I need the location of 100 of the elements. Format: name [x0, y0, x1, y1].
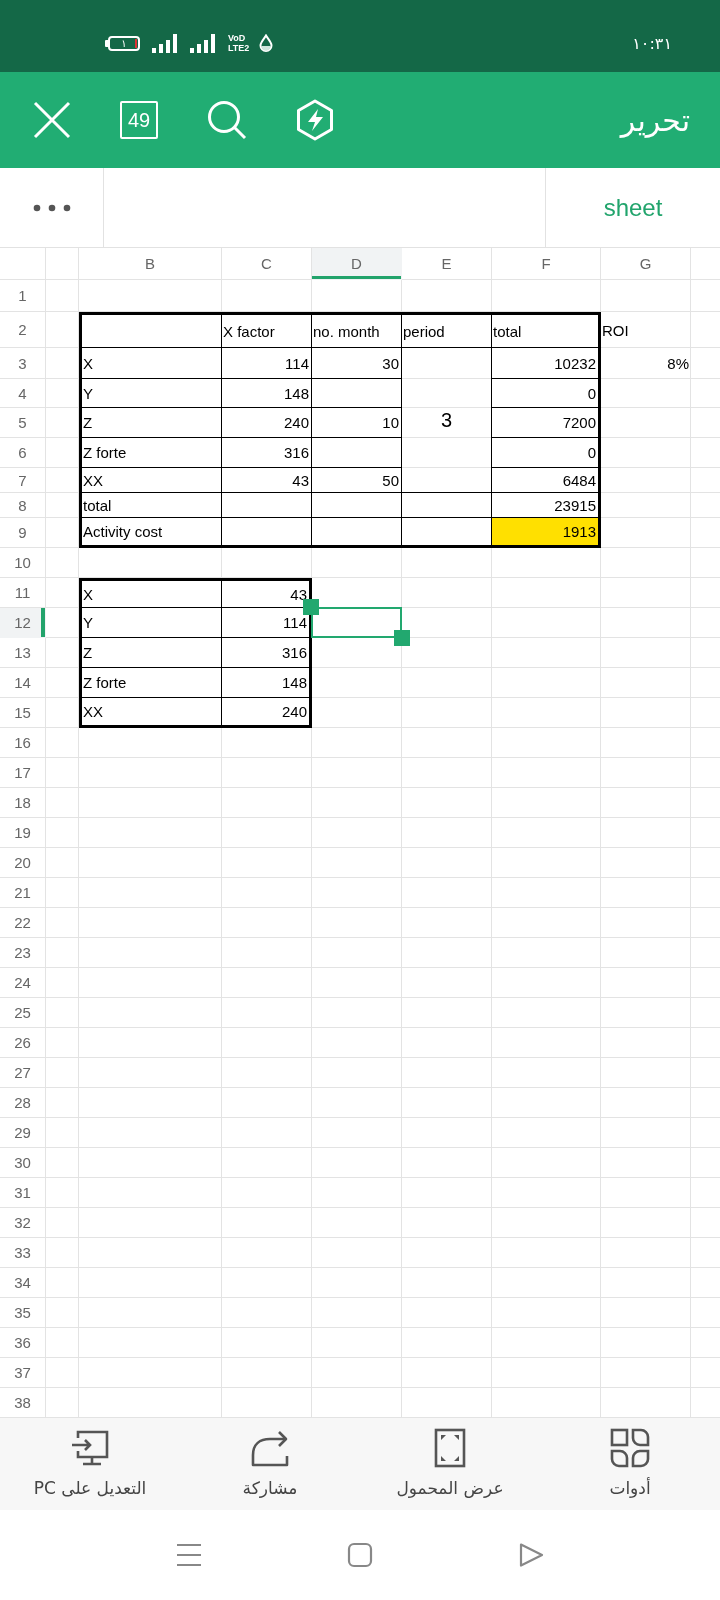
row-header[interactable]: 22 — [0, 908, 46, 938]
table-cell: Z forte — [79, 438, 222, 468]
share-icon — [250, 1428, 290, 1468]
row-header[interactable]: 4 — [0, 379, 46, 408]
table-cell: period — [402, 312, 492, 348]
table-cell: 10232 — [492, 348, 601, 379]
share-button[interactable]: مشاركة — [180, 1418, 360, 1510]
table-cell: 0 — [492, 438, 601, 468]
menu-icon[interactable] — [176, 1542, 202, 1568]
table-cell: 148 — [222, 379, 312, 408]
row-header[interactable]: 36 — [0, 1328, 46, 1358]
back-icon[interactable] — [518, 1542, 544, 1568]
row-header[interactable]: 2 — [0, 312, 46, 348]
grid-icon — [610, 1428, 650, 1468]
row-header[interactable]: 7 — [0, 468, 46, 493]
handle-icon[interactable] — [394, 630, 410, 646]
table-cell: XX — [79, 698, 222, 728]
search-icon[interactable] — [207, 100, 247, 140]
column-header[interactable]: B — [79, 248, 222, 280]
table-cell: 316 — [222, 638, 312, 668]
tools-button[interactable]: أدوات — [540, 1418, 720, 1510]
row-header[interactable]: 25 — [0, 998, 46, 1028]
row-header[interactable]: 37 — [0, 1358, 46, 1388]
row-header[interactable]: 12 — [0, 608, 46, 638]
table-cell: 3 — [402, 348, 492, 493]
table-cell: 7200 — [492, 408, 601, 438]
row-header[interactable]: 19 — [0, 818, 46, 848]
table-cell: 50 — [312, 468, 402, 493]
column-header[interactable]: F — [492, 248, 601, 280]
table-cell: X — [79, 348, 222, 379]
table-cell-text: ROI — [601, 320, 630, 341]
row-header[interactable]: 10 — [0, 548, 46, 578]
drop-icon — [259, 34, 274, 52]
row-header[interactable]: 23 — [0, 938, 46, 968]
row-header[interactable]: 38 — [0, 1388, 46, 1418]
column-header[interactable]: D — [312, 248, 402, 280]
row-header[interactable]: 32 — [0, 1208, 46, 1238]
row-header[interactable]: 21 — [0, 878, 46, 908]
row-header[interactable]: 8 — [0, 493, 46, 518]
table-cell: X factor — [222, 312, 312, 348]
row-header[interactable]: 17 — [0, 758, 46, 788]
row-header[interactable]: 13 — [0, 638, 46, 668]
row-header[interactable]: 15 — [0, 698, 46, 728]
table-cell: 10 — [312, 408, 402, 438]
row-header[interactable]: 33 — [0, 1238, 46, 1268]
signal-icon — [190, 33, 216, 53]
table-cell: Activity cost — [79, 518, 222, 548]
row-header[interactable]: 34 — [0, 1268, 46, 1298]
table-cell: 43 — [222, 468, 312, 493]
highlighted-cell: 1913 — [492, 518, 601, 548]
table-cell: 316 — [222, 438, 312, 468]
row-header[interactable]: 29 — [0, 1118, 46, 1148]
column-header[interactable]: G — [601, 248, 691, 280]
table-cell: 240 — [222, 408, 312, 438]
toolbar-title: تحرير — [620, 102, 690, 138]
row-header[interactable]: 11 — [0, 578, 46, 608]
row-header[interactable]: 30 — [0, 1148, 46, 1178]
column-header[interactable]: C — [222, 248, 312, 280]
signal-icon — [152, 33, 178, 53]
table-cell: X — [79, 578, 222, 608]
table-cell: 6484 — [492, 468, 601, 493]
table-cell: Z — [79, 638, 222, 668]
table-cell: Y — [79, 379, 222, 408]
close-icon[interactable] — [33, 101, 71, 139]
row-header[interactable]: 31 — [0, 1178, 46, 1208]
row-header[interactable]: 3 — [0, 348, 46, 379]
table-cell-text: 8% — [666, 354, 690, 374]
table-cell: total — [492, 312, 601, 348]
portrait-frame-icon — [434, 1428, 466, 1468]
network-type-label: LTE2 — [228, 43, 250, 53]
more-icon[interactable] — [32, 203, 71, 212]
row-header[interactable]: 9 — [0, 518, 46, 548]
table-cell: 0 — [492, 379, 601, 408]
mobile-view-button[interactable]: عرض المحمول — [360, 1418, 540, 1510]
table-cell: Y — [79, 608, 222, 638]
hexagon-bolt-icon[interactable] — [296, 99, 334, 141]
row-header[interactable]: 5 — [0, 408, 46, 438]
row-header[interactable]: 28 — [0, 1088, 46, 1118]
table-cell: total — [79, 493, 222, 518]
table-cell: 240 — [222, 698, 312, 728]
row-header[interactable]: 35 — [0, 1298, 46, 1328]
row-header[interactable]: 27 — [0, 1058, 46, 1088]
table-cell: Z forte — [79, 668, 222, 698]
column-header[interactable]: E — [402, 248, 492, 280]
table-cell: Z — [79, 408, 222, 438]
row-header[interactable]: 20 — [0, 848, 46, 878]
row-header[interactable]: 16 — [0, 728, 46, 758]
handle-icon[interactable] — [303, 599, 319, 615]
row-header[interactable]: 24 — [0, 968, 46, 998]
row-header[interactable]: 26 — [0, 1028, 46, 1058]
table-cell: 148 — [222, 668, 312, 698]
table-cell: no. month — [312, 312, 402, 348]
home-icon[interactable] — [347, 1542, 373, 1568]
row-header[interactable]: 6 — [0, 438, 46, 468]
monitor-icon — [70, 1428, 110, 1468]
row-header[interactable]: 18 — [0, 788, 46, 818]
edit-on-pc-button[interactable]: التعديل على PC — [0, 1418, 180, 1510]
row-header[interactable]: 14 — [0, 668, 46, 698]
row-header[interactable]: 1 — [0, 280, 46, 312]
table-cell: XX — [79, 468, 222, 493]
